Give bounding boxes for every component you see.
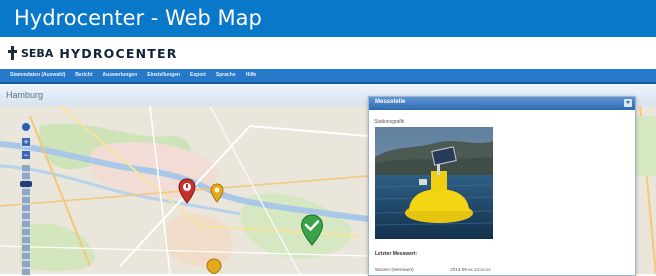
collapse-icon[interactable] — [624, 99, 632, 107]
station-photo — [375, 127, 493, 239]
nav-item-language[interactable]: Sprache — [216, 70, 236, 81]
nav-item-settings[interactable]: Einstellungen — [147, 70, 180, 81]
map-pin-yellow-bottom-icon[interactable] — [206, 258, 222, 274]
main-nav: Stammdaten (Auswahl) Bericht Auswertunge… — [0, 69, 656, 84]
measurement-name: Wasser (Messwert) — [375, 267, 414, 272]
zoom-control: + − — [18, 121, 34, 275]
station-detail-panel: Messstelle Stationsgrafik Letzter Messwe… — [368, 96, 636, 276]
measurement-value: 2013-09-xx 14:xx:xx — [450, 267, 491, 272]
map-pin-red-icon[interactable] — [178, 178, 196, 204]
pan-icon[interactable] — [20, 121, 32, 133]
nav-item-help[interactable]: Hilfe — [246, 70, 257, 81]
slide-title: Hydrocenter - Web Map — [14, 6, 262, 30]
zoom-slider-handle[interactable] — [20, 181, 32, 187]
station-detail-title: Messstelle — [375, 99, 406, 105]
seba-logo-icon — [8, 46, 17, 60]
measurement-row: Wasser (Messwert) 2013-09-xx 14:xx:xx — [375, 267, 625, 272]
map-pin-green-icon[interactable] — [300, 214, 324, 246]
buoy-image — [375, 127, 493, 239]
map-pin-yellow-icon[interactable] — [210, 183, 224, 203]
last-measurement-label: Letzter Messwert: — [375, 251, 418, 257]
slide-title-bar: Hydrocenter - Web Map — [0, 0, 656, 37]
logo[interactable]: SEBA HYDROCENTER — [8, 45, 178, 61]
product-name: HYDROCENTER — [59, 45, 178, 61]
app-header: SEBA HYDROCENTER — [0, 37, 656, 70]
station-detail-header: Messstelle — [369, 97, 635, 110]
zoom-in-button[interactable]: + — [21, 137, 31, 147]
photo-label: Stationsgrafik — [374, 119, 405, 125]
nav-item-master-data[interactable]: Stammdaten (Auswahl) — [10, 70, 65, 81]
nav-item-evaluations[interactable]: Auswertungen — [103, 70, 138, 81]
nav-item-report[interactable]: Bericht — [75, 70, 92, 81]
zoom-out-button[interactable]: − — [21, 150, 31, 160]
map-panel-title: Hamburg — [6, 90, 44, 100]
nav-item-export[interactable]: Export — [190, 70, 206, 81]
brand-name: SEBA — [21, 46, 54, 60]
